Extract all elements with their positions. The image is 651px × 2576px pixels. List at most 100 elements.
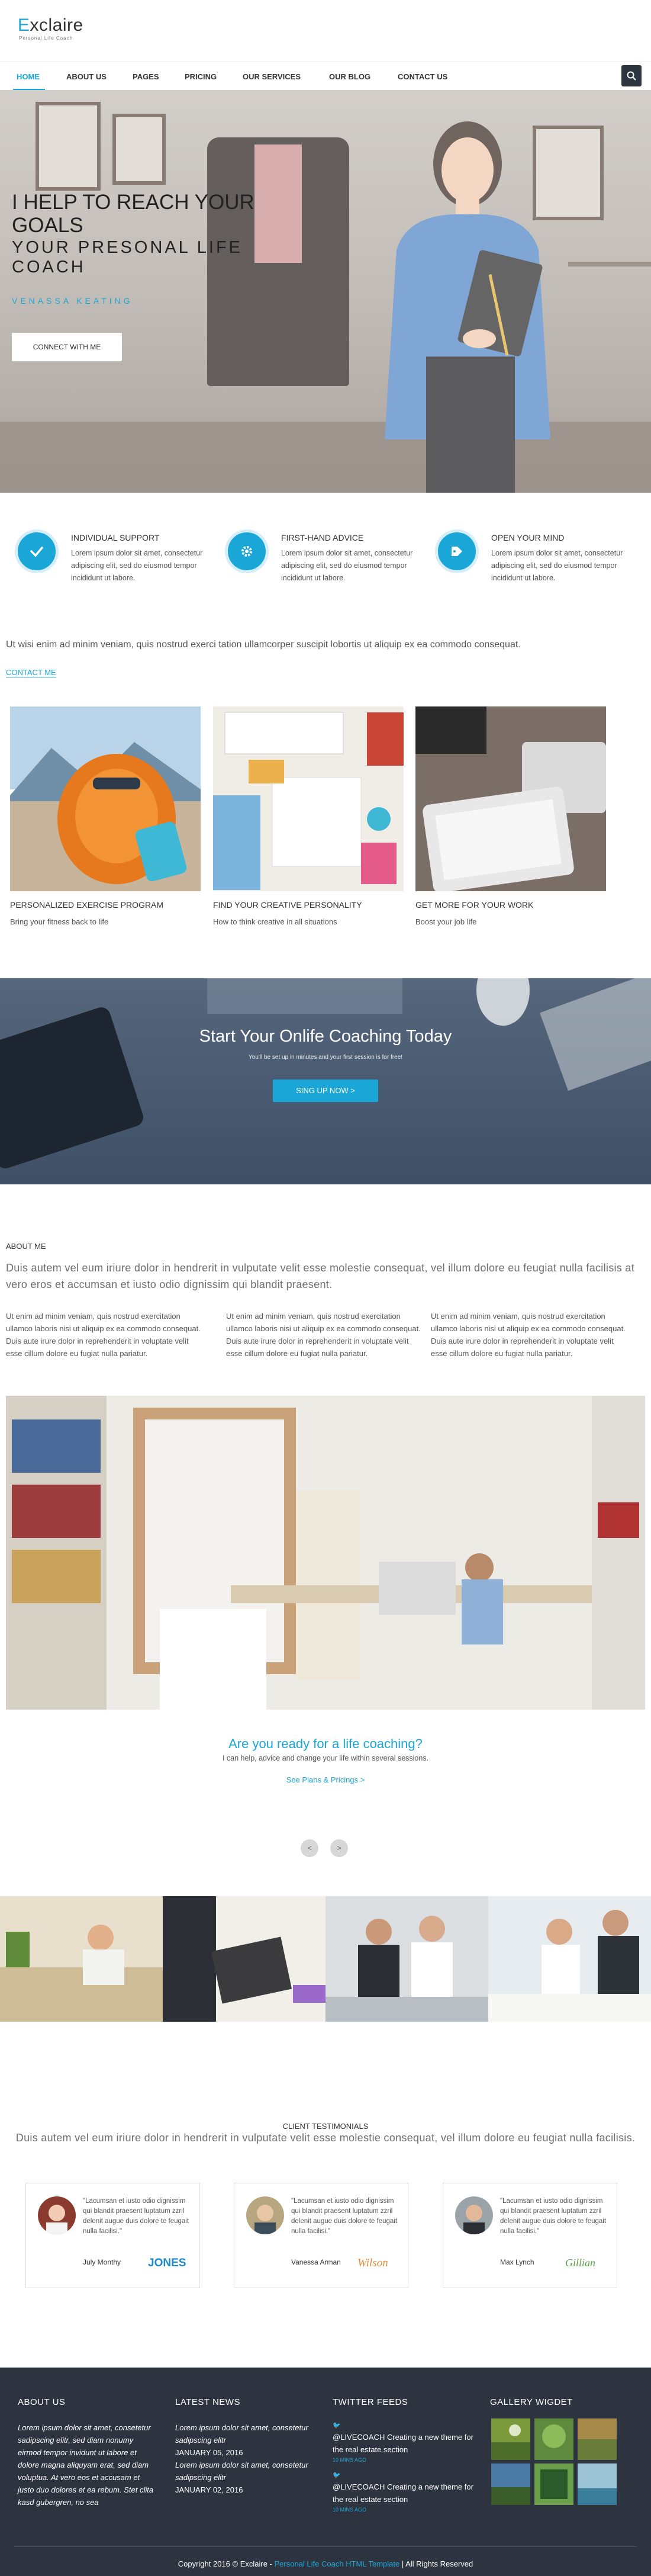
testimonials-lead: Duis autem vel eum iriure dolor in hendr…	[15, 2132, 636, 2144]
news-item-date: JANUARY 05, 2016	[175, 2448, 243, 2457]
tweet-time: 10 MINS AGO	[333, 2507, 367, 2513]
signup-button[interactable]: SING UP NOW >	[273, 1080, 378, 1102]
hero-coach-name: VENASSA KEATING	[12, 296, 133, 306]
search-button[interactable]	[621, 65, 642, 86]
card-image	[415, 706, 606, 891]
feature-icon-circle	[15, 529, 59, 573]
tweet: 🐦 @LIVECOACH Creating a new theme for th…	[333, 2471, 475, 2513]
office-photo	[6, 1396, 645, 1710]
news-item-text[interactable]: Lorem ipsum dolor sit amet, consetetur s…	[175, 2459, 314, 2484]
tweet-handle[interactable]: @LIVECOACH	[333, 2482, 385, 2491]
footer-news: LATEST NEWS Lorem ipsum dolor sit amet, …	[175, 2397, 317, 2496]
hero-banner: I HELP TO REACH YOUR GOALS YOUR PRESONAL…	[0, 90, 651, 493]
testimonial-card: "Lacumsan et iusto odio dignissim qui bl…	[443, 2183, 617, 2288]
card-subtitle: How to think creative in all situations	[213, 917, 337, 926]
tag-icon	[452, 547, 462, 556]
feature-text: Lorem ipsum dolor sit amet, consectetur …	[71, 549, 203, 582]
strip-photo	[488, 1896, 651, 2022]
footer-about-text: Lorem ipsum dolor sit amet, consetetur s…	[18, 2423, 154, 2507]
ready-subtitle: I can help, advice and change your life …	[222, 1754, 429, 1762]
about-column: Ut enim ad minim veniam, quis nostrud ex…	[6, 1312, 201, 1358]
gallery-thumb[interactable]	[534, 2418, 573, 2460]
news-item-date: JANUARY 02, 2016	[175, 2485, 243, 2494]
plans-pricing-link[interactable]: See Plans & Pricings >	[0, 1775, 651, 1784]
nav-about-us[interactable]: ABOUT US	[66, 72, 107, 81]
footer-twitter: TWITTER FEEDS 🐦 @LIVECOACH Creating a ne…	[333, 2397, 475, 2521]
about-lead: Duis autem vel eum iriure dolor in hendr…	[6, 1262, 635, 1290]
card-creative[interactable]: FIND YOUR CREATIVE PERSONALITY How to th…	[213, 706, 404, 932]
card-title: PERSONALIZED EXERCISE PROGRAM	[10, 900, 164, 910]
nav-our-blog[interactable]: OUR BLOG	[329, 72, 370, 81]
about-column: Ut enim ad minim veniam, quis nostrud ex…	[226, 1312, 421, 1358]
feature-icon-circle	[435, 529, 479, 573]
company-logo: JONES	[144, 2250, 191, 2273]
ready-title: Are you ready for a life coaching?	[228, 1736, 423, 1751]
testimonials-label: CLIENT TESTIMONIALS	[282, 2122, 369, 2131]
hero-overlay	[0, 90, 651, 493]
card-work[interactable]: GET MORE FOR YOUR WORK Boost your job li…	[415, 706, 606, 932]
nav-pricing[interactable]: PRICING	[185, 72, 217, 81]
footer-heading: TWITTER FEEDS	[333, 2397, 408, 2407]
nav-contact-us[interactable]: CONTACT US	[398, 72, 447, 81]
photo-strip	[0, 1896, 651, 2022]
nav-our-services[interactable]: OUR SERVICES	[243, 72, 301, 81]
copyright: Copyright 2016 © Exclaire - Personal Lif…	[178, 2559, 473, 2568]
site-header: Exclaire Personal Life Coach	[0, 0, 651, 59]
avatar	[246, 2196, 284, 2234]
gallery-thumb[interactable]	[491, 2463, 530, 2505]
footer-gallery: GALLERY WIGDET	[490, 2397, 632, 2421]
gallery-thumb[interactable]	[578, 2418, 617, 2460]
cta-banner: Start Your Onlife Coaching Today You'll …	[0, 978, 651, 1184]
check-icon	[30, 547, 43, 557]
gallery-thumb[interactable]	[578, 2463, 617, 2505]
site-tagline: Personal Life Coach	[19, 36, 73, 41]
cta-title: Start Your Onlife Coaching Today	[199, 1027, 452, 1046]
feature-title: OPEN YOUR MIND	[491, 533, 565, 542]
connect-button[interactable]: CONNECT WITH ME	[12, 333, 122, 361]
footer-about: ABOUT US Lorem ipsum dolor sit amet, con…	[18, 2397, 160, 2508]
strip-photo	[326, 1896, 488, 2022]
testimonial-quote: "Lacumsan et iusto odio dignissim qui bl…	[291, 2198, 398, 2235]
card-title: GET MORE FOR YOUR WORK	[415, 900, 534, 910]
testimonial-card: "Lacumsan et iusto odio dignissim qui bl…	[25, 2183, 200, 2288]
card-image	[10, 706, 201, 891]
card-subtitle: Bring your fitness back to life	[10, 917, 109, 926]
tweet-time: 10 MINS AGO	[333, 2457, 367, 2463]
tweet-text: @LIVECOACH Creating a new theme for the …	[333, 2431, 475, 2456]
search-icon	[627, 71, 636, 81]
testimonial-quote: "Lacumsan et iusto odio dignissim qui bl…	[500, 2198, 607, 2235]
intro-text: Ut wisi enim ad minim veniam, quis nostr…	[6, 640, 521, 650]
site-logo[interactable]: Exclaire	[18, 15, 83, 36]
testimonial-name: Vanessa Arman	[291, 2258, 341, 2266]
feature-text: Lorem ipsum dolor sit amet, consectetur …	[491, 549, 623, 582]
card-image	[213, 706, 404, 891]
footer-heading: ABOUT US	[18, 2397, 66, 2407]
next-button[interactable]: >	[330, 1839, 348, 1857]
tweet-handle[interactable]: @LIVECOACH	[333, 2433, 385, 2442]
template-link[interactable]: Personal Life Coach HTML Template	[275, 2559, 400, 2568]
feature-individual-support: INDIVIDUAL SUPPORT Lorem ipsum dolor sit…	[15, 529, 216, 595]
testimonial-name: Max Lynch	[500, 2258, 534, 2266]
testimonial-card: "Lacumsan et iusto odio dignissim qui bl…	[234, 2183, 408, 2288]
contact-me-link[interactable]: CONTACT ME	[6, 668, 56, 677]
nav-pages[interactable]: PAGES	[133, 72, 159, 81]
gallery-thumb[interactable]	[534, 2463, 573, 2505]
tweet-text: @LIVECOACH Creating a new theme for the …	[333, 2481, 475, 2506]
card-exercise[interactable]: PERSONALIZED EXERCISE PROGRAM Bring your…	[10, 706, 201, 932]
about-column: Ut enim ad minim veniam, quis nostrud ex…	[431, 1312, 626, 1358]
feature-title: FIRST-HAND ADVICE	[281, 533, 364, 542]
gallery-thumb[interactable]	[491, 2418, 530, 2460]
company-logo: Gillian	[562, 2250, 608, 2273]
nav-home[interactable]: HOME	[17, 72, 40, 81]
card-title: FIND YOUR CREATIVE PERSONALITY	[213, 900, 362, 910]
prev-button[interactable]: <	[301, 1839, 318, 1857]
svg-text:JONES: JONES	[148, 2257, 186, 2269]
feature-first-hand-advice: FIRST-HAND ADVICE Lorem ipsum dolor sit …	[225, 529, 426, 595]
twitter-icon: 🐦	[333, 2422, 341, 2429]
svg-text:Wilson: Wilson	[357, 2257, 388, 2269]
news-item-text[interactable]: Lorem ipsum dolor sit amet, consetetur s…	[175, 2421, 314, 2446]
feature-open-your-mind: OPEN YOUR MIND Lorem ipsum dolor sit ame…	[435, 529, 636, 595]
feature-text: Lorem ipsum dolor sit amet, consectetur …	[281, 549, 413, 582]
tweet: 🐦 @LIVECOACH Creating a new theme for th…	[333, 2421, 475, 2463]
footer-divider	[14, 2546, 637, 2547]
